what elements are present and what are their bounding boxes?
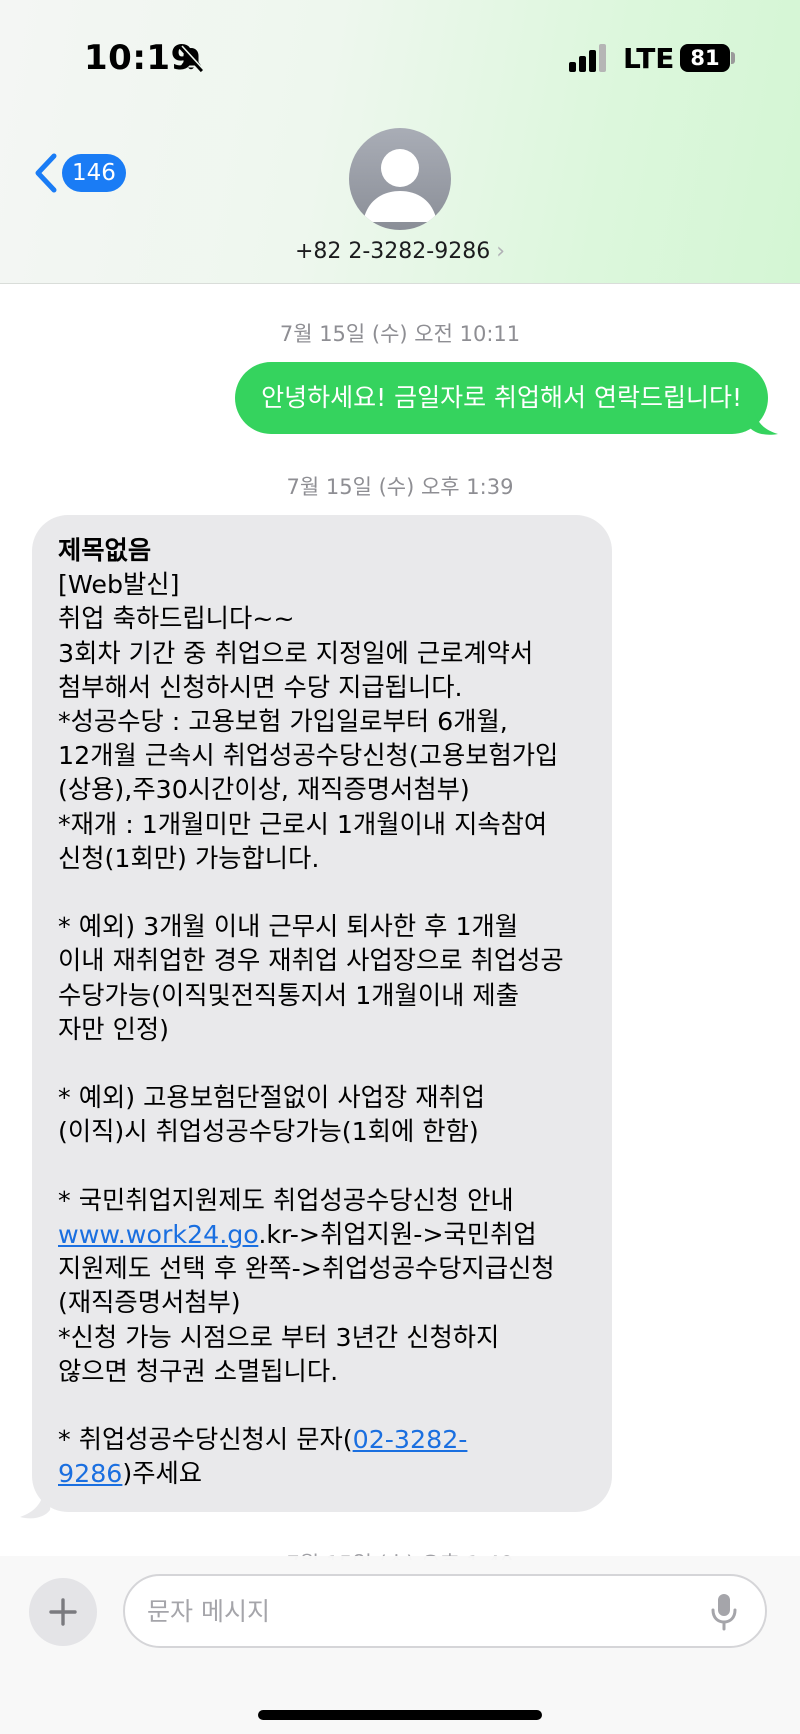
message-line: 자만 인정) (58, 1014, 170, 1044)
home-indicator (258, 1710, 542, 1720)
message-line: 수당가능(이직및전직통지서 1개월이내 제출 (58, 980, 519, 1010)
message-line: 취업 축하드립니다~~ (58, 604, 295, 634)
chevron-right-icon: › (496, 239, 506, 264)
message-phone-prefix: * 취업성공수당신청시 문자( (58, 1425, 353, 1455)
battery-tip (731, 52, 735, 64)
message-phone-line-2: 9286)주세요 (58, 1457, 588, 1491)
website-link[interactable]: www.work24.go (58, 1220, 258, 1249)
sent-bubble-tail (748, 408, 778, 435)
compose-bar (0, 1556, 800, 1734)
message-text-block-2: 지원제도 선택 후 완쪽->취업성공수당지급신청 (재직증명서첨부) *신청 가능 … (58, 1252, 588, 1423)
message-line: (이직)시 취업성공수당가능(1회에 한함) (58, 1117, 479, 1147)
message-link-line: www.work24.go.kr->취업지원->국민취업 (58, 1218, 588, 1252)
message-timestamp: 7월 15일 (수) 오전 10:11 (279, 322, 521, 346)
message-phone-suffix: )주세요 (122, 1459, 203, 1489)
message-line: [Web발신] (58, 570, 180, 600)
message-line: 12개월 근속시 취업성공수당신청(고용보험가입 (58, 741, 559, 771)
cellular-signal-icon (569, 44, 606, 72)
message-line (58, 1389, 588, 1423)
phone-link-continued[interactable]: 9286 (58, 1459, 122, 1488)
message-link-suffix: .kr->취업지원->국민취업 (258, 1220, 537, 1250)
message-timestamp: 7월 15일 (수) 오후 1:39 (286, 475, 514, 499)
back-button[interactable]: 146 (30, 152, 126, 194)
message-line: * 예외) 고용보험단절없이 사업장 재취업 (58, 1083, 486, 1113)
message-title: 제목없음 (58, 536, 152, 565)
person-silhouette-icon (363, 149, 437, 222)
message-line: *재개 : 1개월미만 근로시 1개월이내 지속참여 (58, 809, 548, 839)
message-input[interactable] (147, 1576, 687, 1646)
message-text-block: 제목없음 [Web발신] 취업 축하드립니다~~ 3회차 기간 중 취업으로 지정일에… (58, 534, 588, 1218)
message-line: (재직증명서첨부) (58, 1288, 241, 1318)
message-phone-line: * 취업성공수당신청시 문자(02-3282- (58, 1423, 588, 1457)
received-message-bubble[interactable]: 제목없음 [Web발신] 취업 축하드립니다~~ 3회차 기간 중 취업으로 지정일에… (32, 515, 612, 1512)
message-line: 첨부해서 신청하시면 수당 지급됩니다. (58, 672, 463, 702)
message-input-field[interactable] (123, 1574, 767, 1648)
message-line (58, 1047, 588, 1081)
contact-number[interactable]: +82 2-3282-9286 › (0, 239, 800, 264)
battery-indicator: 81 (680, 44, 730, 72)
message-line: *성공수당 : 고용보험 가입일로부터 6개월, (58, 707, 508, 737)
plus-button[interactable] (29, 1578, 97, 1646)
contact-number-text: +82 2-3282-9286 (294, 239, 491, 264)
message-line (58, 1150, 588, 1184)
plus-icon (49, 1598, 77, 1626)
message-line: *신청 가능 시점으로 부터 3년간 신청하지 (58, 1322, 500, 1352)
phone-link[interactable]: 02-3282- (353, 1425, 468, 1454)
message-line: (상용),주30시간이상, 재직증명서첨부) (58, 775, 470, 805)
message-line: 이내 재취업한 경우 재취업 사업장으로 취업성공 (58, 946, 564, 976)
message-line: 3회차 기간 중 취업으로 지정일에 근로계약서 (58, 638, 534, 668)
message-line (58, 876, 588, 910)
message-line: 않으면 청구권 소멸됩니다. (58, 1356, 339, 1386)
network-label: LTE (623, 42, 675, 75)
message-line: 신청(1회만) 가능합니다. (58, 843, 320, 873)
message-line: * 국민취업지원제도 취업성공수당신청 안내 (58, 1185, 514, 1215)
bell-slash-icon (178, 45, 205, 73)
conversation-header: 10:19 LTE 81 146 +82 2-3282-9286 › (0, 0, 800, 284)
microphone-icon[interactable] (709, 1592, 739, 1632)
chevron-left-icon (35, 153, 57, 193)
sent-message-bubble[interactable]: 안녕하세요! 금일자로 취업해서 연락드립니다! (235, 362, 768, 434)
message-line: 지원제도 선택 후 완쪽->취업성공수당지급신청 (58, 1254, 555, 1284)
contact-avatar[interactable] (349, 128, 451, 230)
message-line: * 예외) 3개월 이내 근무시 퇴사한 후 1개월 (58, 912, 519, 942)
unread-count-badge: 146 (62, 154, 126, 192)
